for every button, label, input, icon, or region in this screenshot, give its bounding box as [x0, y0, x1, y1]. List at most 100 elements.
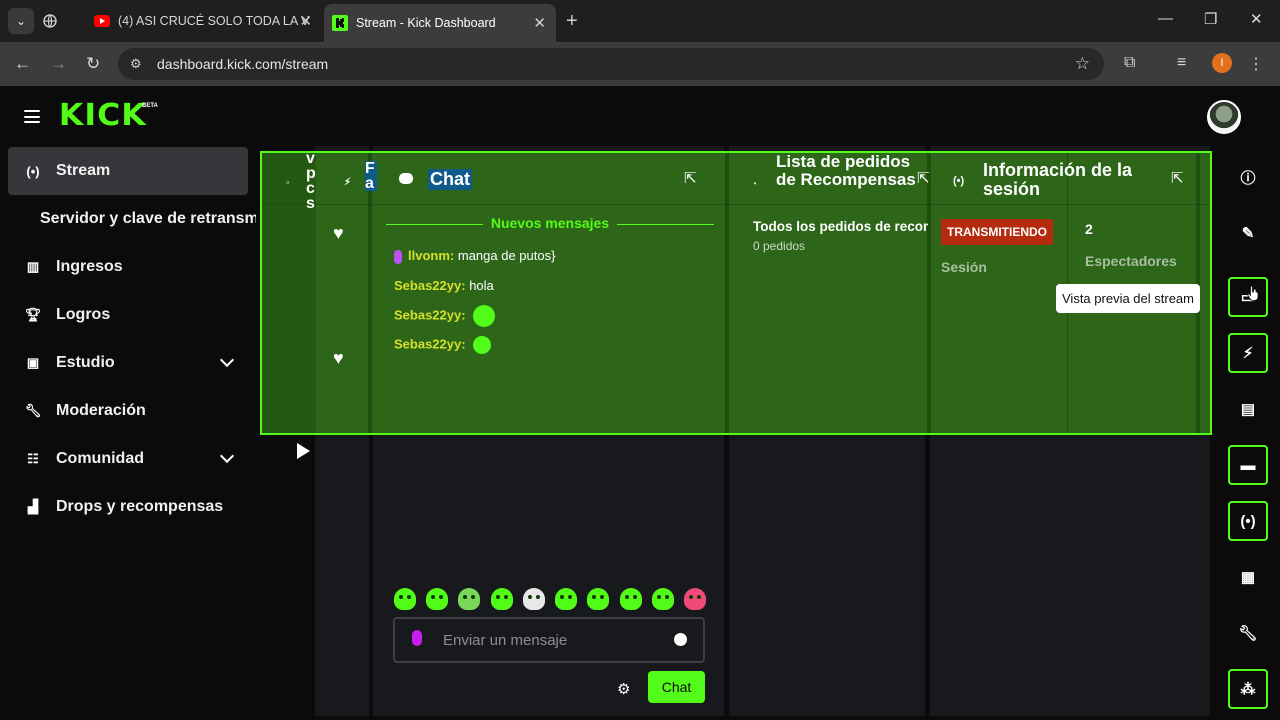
sidebar-item-label: Ingresos — [56, 258, 123, 275]
address-bar[interactable]: ⚙ dashboard.kick.com/stream ☆ — [118, 48, 1104, 80]
emote-icon[interactable] — [522, 588, 545, 610]
sidebar-item-moderacion[interactable]: 🔧︎ Moderación — [8, 387, 248, 435]
site-settings-icon[interactable]: ⚙ — [130, 56, 142, 72]
browser-menu-icon[interactable]: ⋮ — [1248, 54, 1264, 74]
sidebar-item-label: Logros — [56, 306, 111, 323]
emote-icon[interactable] — [426, 588, 449, 610]
url-text: dashboard.kick.com/stream — [157, 56, 329, 72]
edit-icon[interactable]: ✎ — [1228, 213, 1268, 253]
forward-icon[interactable]: → — [50, 54, 67, 74]
info-icon[interactable]: ⓘ — [1228, 157, 1268, 197]
menu-icon[interactable] — [24, 110, 40, 123]
chat-message-text: manga de putos} — [457, 248, 556, 263]
chat-message-text: hola — [469, 278, 494, 293]
emote-icon[interactable] — [587, 588, 610, 610]
tab-kick-dashboard[interactable]: Stream - Kick Dashboard ✕ — [324, 4, 556, 42]
chat-send-button[interactable]: Chat — [648, 671, 705, 703]
emote-icon[interactable] — [619, 588, 642, 610]
lightning-icon[interactable]: ⚡︎ — [1228, 333, 1268, 373]
wrench-icon[interactable]: 🔧︎ — [1228, 613, 1268, 653]
grip-icon: ⠂ — [753, 179, 760, 189]
sidebar-item-ingresos[interactable]: ▥ Ingresos — [8, 243, 248, 291]
tab-kick-label: Stream - Kick Dashboard — [356, 16, 496, 30]
session-label: Sesión — [941, 259, 987, 275]
tab-youtube[interactable]: (4) ASI CRUCÉ SOLO TODA LA V ✕ — [86, 6, 322, 36]
tab-search-button[interactable]: ⌄ — [8, 8, 34, 34]
chat-message-input[interactable]: Enviar un mensaje — [393, 617, 705, 663]
grip-icon: ▫ — [286, 177, 290, 187]
emote-icon — [473, 305, 496, 327]
heart-icon[interactable]: ♥ — [333, 223, 344, 244]
chat-username[interactable]: Sebas22yy: — [394, 278, 466, 293]
layout-icon[interactable]: ▦ — [1228, 557, 1268, 597]
popout-icon[interactable]: ⇱ — [1171, 169, 1184, 187]
app-header: KICK BETA — [0, 86, 1280, 146]
rewards-title: Lista de pedidos de Recompensas — [776, 152, 916, 189]
chat-username[interactable]: Sebas22yy: — [394, 307, 466, 322]
chevron-down-icon — [219, 352, 235, 368]
emote-icon[interactable] — [490, 588, 513, 610]
chat-username[interactable]: Sebas22yy: — [394, 336, 466, 351]
emote-icon[interactable] — [683, 588, 706, 610]
close-tab-icon[interactable]: ✕ — [533, 14, 546, 32]
extensions-icon[interactable]: ⧉ — [1124, 54, 1135, 72]
kick-logo[interactable]: KICK — [59, 99, 147, 133]
browser-tab-bar: ⌄ (4) ASI CRUCÉ SOLO TODA LA V ✕ Stream … — [0, 0, 1280, 42]
sidebar-item-drops[interactable]: ▟ Drops y recompensas — [8, 483, 248, 531]
trophy-icon: 🏆︎ — [24, 307, 42, 322]
notes-icon[interactable]: ▤ — [1228, 389, 1268, 429]
close-tab-icon[interactable]: ✕ — [299, 12, 312, 30]
new-messages-divider: Nuevos mensajes — [490, 215, 610, 231]
restore-icon[interactable]: ❐ — [1204, 10, 1217, 28]
chat-username[interactable]: llvonm: — [408, 248, 454, 263]
collapsed-panel-label: v p c s — [306, 150, 316, 212]
sidebar-item-comunidad[interactable]: ☷ Comunidad — [8, 435, 248, 483]
back-icon[interactable]: ← — [14, 54, 31, 74]
bookmark-star-icon[interactable]: ☆ — [1075, 54, 1090, 74]
emote-bar — [394, 588, 706, 612]
microphone-icon[interactable] — [412, 630, 422, 646]
sidebar-item-label: Stream — [56, 162, 111, 179]
reload-icon[interactable]: ↻ — [86, 54, 100, 74]
chat-settings-icon[interactable]: ⚙ — [617, 680, 630, 698]
popout-icon[interactable]: ⇱ — [917, 169, 930, 187]
sidebar-item-label: Estudio — [56, 354, 115, 371]
sidebar-subitem-server-key[interactable]: Servidor y clave de retransmisión — [40, 210, 256, 228]
browser-toolbar: ← → ↻ ⚙ dashboard.kick.com/stream ☆ ⧉ ≡ … — [0, 42, 1280, 86]
minimize-icon[interactable]: — — [1158, 10, 1173, 27]
tab-youtube-label: (4) ASI CRUCÉ SOLO TODA LA V — [118, 14, 310, 28]
sidebar-item-stream[interactable]: (•) Stream — [8, 147, 248, 195]
chat-bubble-icon[interactable]: ▬ — [1228, 445, 1268, 485]
media-controls-icon[interactable]: ≡ — [1177, 54, 1186, 72]
community-icon[interactable]: ⁂ — [1228, 669, 1268, 709]
new-tab-button[interactable]: + — [566, 10, 578, 33]
popout-icon[interactable]: ⇱ — [684, 169, 697, 187]
rewards-subtitle: Todos los pedidos de recompensas — [753, 219, 928, 234]
emote-icon[interactable] — [651, 588, 674, 610]
sidebar-item-logros[interactable]: 🏆︎ Logros — [8, 291, 248, 339]
browser-profile-avatar[interactable]: I — [1212, 53, 1232, 73]
chat-bubble-icon — [399, 173, 413, 184]
chat-message: Sebas22yy: — [394, 336, 492, 354]
chevron-down-icon — [219, 448, 235, 464]
emoji-icon[interactable] — [674, 633, 687, 646]
status-badge: TRANSMITIENDO — [941, 219, 1053, 245]
emote-icon[interactable] — [555, 588, 578, 610]
emote-icon[interactable] — [394, 588, 416, 610]
lightning-icon: ⚡︎ — [344, 177, 352, 188]
sidebar-item-estudio[interactable]: ▣ Estudio — [8, 339, 248, 387]
heart-icon[interactable]: ♥ — [333, 348, 344, 369]
hand-cursor-icon — [1247, 285, 1259, 301]
sidebar-item-label: Moderación — [56, 402, 146, 419]
rewards-count: 0 pedidos — [753, 239, 806, 253]
chat-title: Chat — [428, 169, 472, 190]
broadcast-icon[interactable]: (•) — [1228, 501, 1268, 541]
pinned-tab[interactable] — [42, 6, 82, 36]
play-icon[interactable] — [297, 443, 310, 459]
broadcast-icon: (•) — [953, 175, 965, 187]
session-info-title: Información de la sesión — [983, 160, 1133, 199]
emote-icon[interactable] — [458, 588, 481, 610]
user-avatar[interactable] — [1207, 100, 1241, 134]
close-window-icon[interactable]: ✕ — [1250, 10, 1263, 28]
emote-icon — [473, 336, 492, 354]
